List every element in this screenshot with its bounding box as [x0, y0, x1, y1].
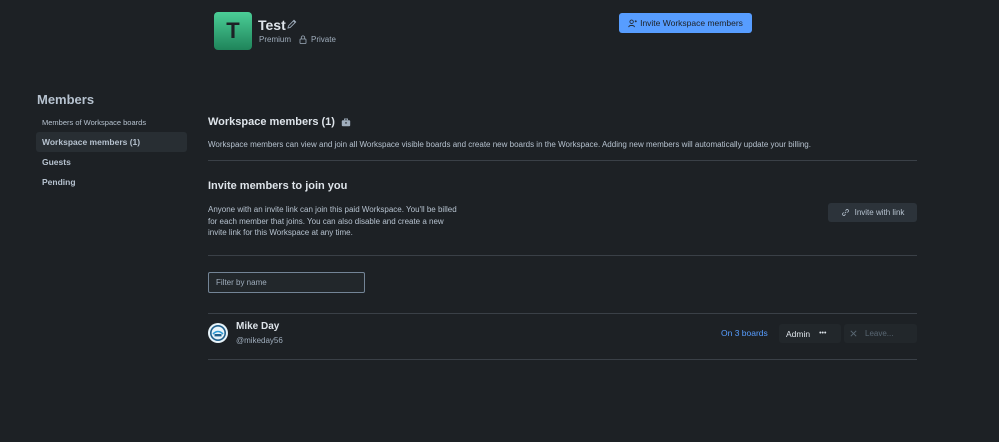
sidebar-item-label: Guests	[42, 157, 71, 167]
sidebar-item-pending[interactable]: Pending	[36, 172, 187, 192]
sidebar-item-label: Pending	[42, 177, 76, 187]
description-line: invite link for this Workspace at any ti…	[208, 228, 353, 237]
sidebar-item-workspace-members[interactable]: Workspace members (1)	[36, 132, 187, 152]
sidebar-item-label: Members of Workspace boards	[42, 117, 147, 127]
close-icon	[850, 330, 857, 337]
workspace-name: Test	[258, 17, 286, 33]
section-heading-text: Workspace members (1)	[208, 116, 335, 128]
plan-label: Premium	[259, 35, 292, 44]
member-boards-link[interactable]: On 3 boards	[721, 328, 768, 338]
invite-link-label: Invite with link	[854, 208, 905, 217]
user-avatar-image	[208, 323, 228, 343]
leave-label: Leave...	[865, 329, 894, 338]
role-label: Admin	[786, 328, 811, 339]
workspace-avatar: T	[214, 12, 252, 50]
divider	[208, 160, 917, 161]
description-line: Anyone with an invite link can join this…	[208, 205, 457, 214]
invite-with-link-button[interactable]: Invite with link	[828, 203, 917, 222]
divider	[208, 359, 917, 360]
filter-by-name-input[interactable]	[208, 272, 365, 293]
lock-icon	[299, 35, 307, 44]
invite-button-label: Invite Workspace members	[640, 18, 743, 28]
pencil-icon[interactable]	[286, 18, 298, 30]
more-icon: •••	[819, 330, 827, 337]
divider	[208, 255, 917, 256]
leave-button[interactable]: Leave...	[844, 324, 917, 343]
divider	[208, 313, 917, 314]
briefcase-icon[interactable]	[341, 118, 351, 127]
workspace-members-description: Workspace members can view and join all …	[208, 140, 811, 149]
link-icon	[841, 209, 849, 216]
member-username: @mikeday56	[236, 336, 283, 345]
invite-section-description: Anyone with an invite link can join this…	[208, 204, 508, 239]
member-name: Mike Day	[236, 321, 280, 332]
sidebar-item-guests[interactable]: Guests	[36, 152, 187, 172]
add-person-icon	[628, 19, 637, 27]
workspace-meta: Premium Private	[259, 35, 336, 44]
visibility-label: Private	[311, 35, 336, 44]
sidebar-item-members-of-boards[interactable]: Members of Workspace boards	[36, 112, 187, 132]
invite-section-heading: Invite members to join you	[208, 180, 348, 192]
invite-workspace-members-button[interactable]: Invite Workspace members	[619, 13, 752, 33]
description-line: for each member that joins. You can also…	[208, 216, 444, 226]
sidebar-item-label: Workspace members (1)	[42, 137, 141, 147]
sidebar-title: Members	[37, 92, 95, 107]
member-role-button[interactable]: Admin •••	[779, 324, 841, 343]
workspace-members-heading: Workspace members (1)	[208, 116, 351, 128]
avatar[interactable]	[208, 323, 228, 343]
